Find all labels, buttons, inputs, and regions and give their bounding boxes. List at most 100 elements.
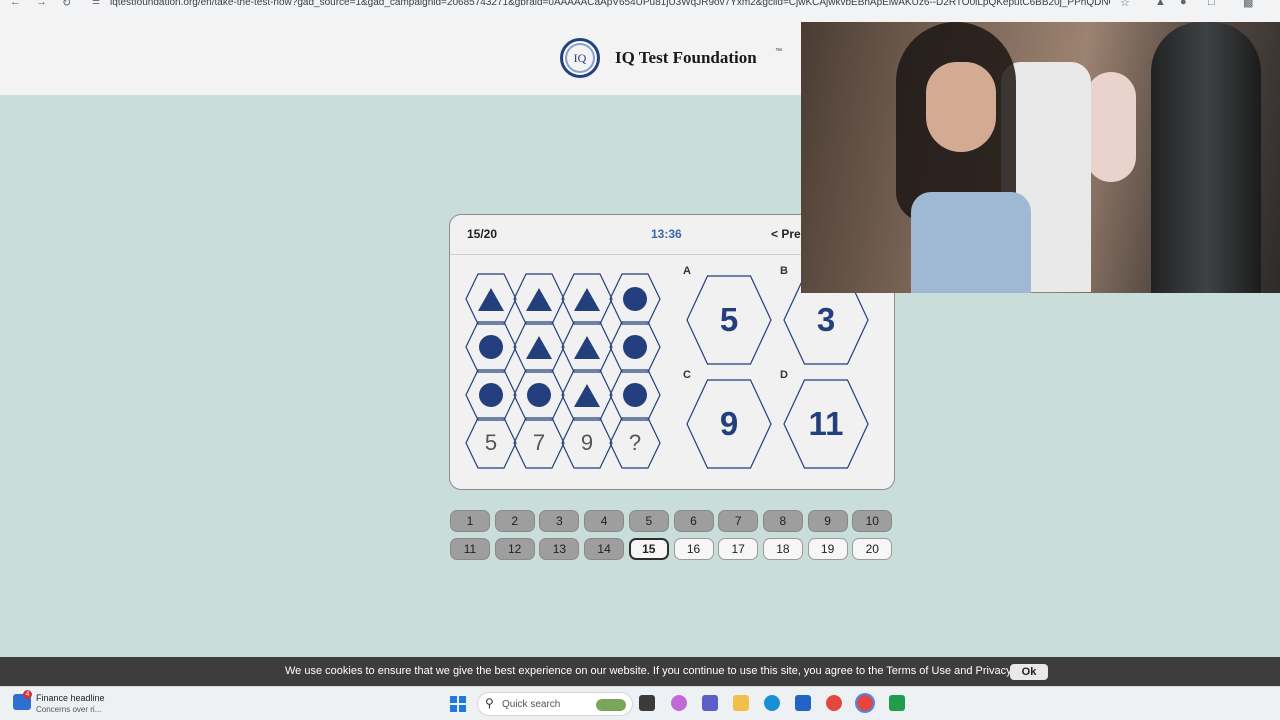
triangle-shape <box>574 383 600 407</box>
grid-cell-triangle <box>465 273 517 325</box>
question-nav-button-5[interactable]: 5 <box>628 510 669 532</box>
circle-shape <box>623 383 647 407</box>
site-logo[interactable]: IQ <box>560 38 600 78</box>
option-value: 9 <box>719 405 739 442</box>
option-hexagon[interactable]: 11 <box>783 379 869 469</box>
streamer-top <box>911 192 1031 293</box>
grid-cell-number: 5 <box>465 417 517 469</box>
answer-option-d[interactable]: D 11 <box>780 369 870 469</box>
start-button[interactable] <box>450 696 466 712</box>
question-nav-button-20[interactable]: 20 <box>852 538 893 560</box>
search-highlight-icon <box>596 699 626 711</box>
previous-question-link[interactable]: < Pre <box>771 227 801 241</box>
news-title[interactable]: Finance headline <box>36 693 105 703</box>
question-nav-button-10[interactable]: 10 <box>852 510 893 532</box>
question-nav-button-13[interactable]: 13 <box>539 538 580 560</box>
app-icon[interactable] <box>889 695 905 711</box>
triangle-shape <box>478 287 504 311</box>
question-nav-button-2[interactable]: 2 <box>494 510 535 532</box>
file-explorer-icon[interactable] <box>733 695 749 711</box>
grid-cell-circle <box>609 273 661 325</box>
question-nav-button-3[interactable]: 3 <box>539 510 580 532</box>
puzzle-icon[interactable]: □ <box>1208 0 1215 8</box>
grid-cell-triangle <box>513 273 565 325</box>
grid-cell-number: 7 <box>513 417 565 469</box>
circle-shape <box>479 383 503 407</box>
question-nav-button-14[interactable]: 14 <box>584 538 625 560</box>
forward-icon[interactable]: → <box>36 0 47 8</box>
taskbar-search[interactable]: ⚲ Quick search <box>477 692 633 716</box>
teams-icon[interactable] <box>702 695 718 711</box>
question-nav-button-15[interactable]: 15 <box>628 538 669 560</box>
question-nav-button-11[interactable]: 11 <box>450 538 490 560</box>
grid-cell-circle <box>609 321 661 373</box>
grid-cell-triangle <box>561 369 613 421</box>
site-info-icon[interactable]: ☰ <box>92 0 100 7</box>
option-hexagon[interactable]: 5 <box>686 275 772 365</box>
question-nav-button-12[interactable]: 12 <box>494 538 535 560</box>
option-value: 3 <box>816 301 836 338</box>
question-nav-button-8[interactable]: 8 <box>762 510 803 532</box>
question-nav-button-6[interactable]: 6 <box>673 510 714 532</box>
brand-name[interactable]: IQ Test Foundation <box>615 48 757 68</box>
question-nav-button-1[interactable]: 1 <box>450 510 490 532</box>
answer-option-a[interactable]: A5 <box>683 265 773 365</box>
question-counter: 15/20 <box>467 227 498 241</box>
copilot-icon[interactable] <box>671 695 687 711</box>
address-bar[interactable]: iqtestfoundation.org/en/take-the-test-no… <box>110 0 1110 8</box>
plush-toy <box>1086 72 1136 182</box>
option-hexagon[interactable]: 9 <box>686 379 772 469</box>
extension-icon[interactable]: ● <box>1180 0 1187 8</box>
grid-cell-triangle <box>561 321 613 373</box>
puzzle-grid: 5 7 9? <box>465 273 665 473</box>
grid-cell-circle <box>609 369 661 421</box>
task-view-icon[interactable] <box>639 695 655 711</box>
taskbar: 4 Finance headline Concerns over ri... ⚲… <box>0 686 1280 720</box>
sidebar-icon[interactable]: ▩ <box>1243 0 1253 9</box>
grid-cell-number: 9 <box>561 417 613 469</box>
browser-toolbar: ← → ↻ ☰ iqtestfoundation.org/en/take-the… <box>0 0 1280 12</box>
circle-shape <box>527 383 551 407</box>
option-value: 11 <box>808 405 844 442</box>
question-nav-button-19[interactable]: 19 <box>807 538 848 560</box>
answer-option-c[interactable]: C9 <box>683 369 773 469</box>
grid-cell-unknown: ? <box>609 417 661 469</box>
question-nav-button-17[interactable]: 17 <box>718 538 759 560</box>
cookie-text: We use cookies to ensure that we give th… <box>285 665 1047 677</box>
grid-number: ? <box>628 430 642 455</box>
triangle-shape <box>574 287 600 311</box>
edge-icon[interactable] <box>764 695 780 711</box>
question-nav-button-16[interactable]: 16 <box>673 538 714 560</box>
bookmark-star-icon[interactable]: ☆ <box>1120 0 1130 9</box>
question-nav-button-7[interactable]: 7 <box>718 510 759 532</box>
circle-shape <box>623 287 647 311</box>
grid-number: 5 <box>484 430 498 455</box>
search-placeholder: Quick search <box>502 699 561 710</box>
chrome-profile-icon[interactable] <box>857 695 873 711</box>
question-nav-button-4[interactable]: 4 <box>584 510 625 532</box>
question-nav-button-18[interactable]: 18 <box>762 538 803 560</box>
cookie-ok-button[interactable]: Ok <box>1010 664 1048 680</box>
grid-number: 7 <box>532 430 546 455</box>
countdown-timer: 13:36 <box>651 227 682 241</box>
logo-text: IQ <box>573 50 587 65</box>
grid-cell-triangle <box>561 273 613 325</box>
option-value: 5 <box>719 301 739 338</box>
triangle-shape <box>526 335 552 359</box>
grid-cell-circle <box>465 321 517 373</box>
streamer-face <box>926 62 996 152</box>
question-nav-button-9[interactable]: 9 <box>807 510 848 532</box>
extension-icon[interactable]: ▲ <box>1155 0 1166 8</box>
grid-cell-triangle <box>513 321 565 373</box>
news-subtitle[interactable]: Concerns over ri... <box>36 705 101 714</box>
trademark-mark: ™ <box>775 48 782 55</box>
search-icon: ⚲ <box>485 696 494 710</box>
grid-cell-circle <box>465 369 517 421</box>
back-icon[interactable]: ← <box>10 0 21 8</box>
microphone <box>1151 22 1261 293</box>
grid-cell-circle <box>513 369 565 421</box>
store-icon[interactable] <box>795 695 811 711</box>
reload-icon[interactable]: ↻ <box>62 0 71 9</box>
circle-shape <box>479 335 503 359</box>
chrome-icon[interactable] <box>826 695 842 711</box>
